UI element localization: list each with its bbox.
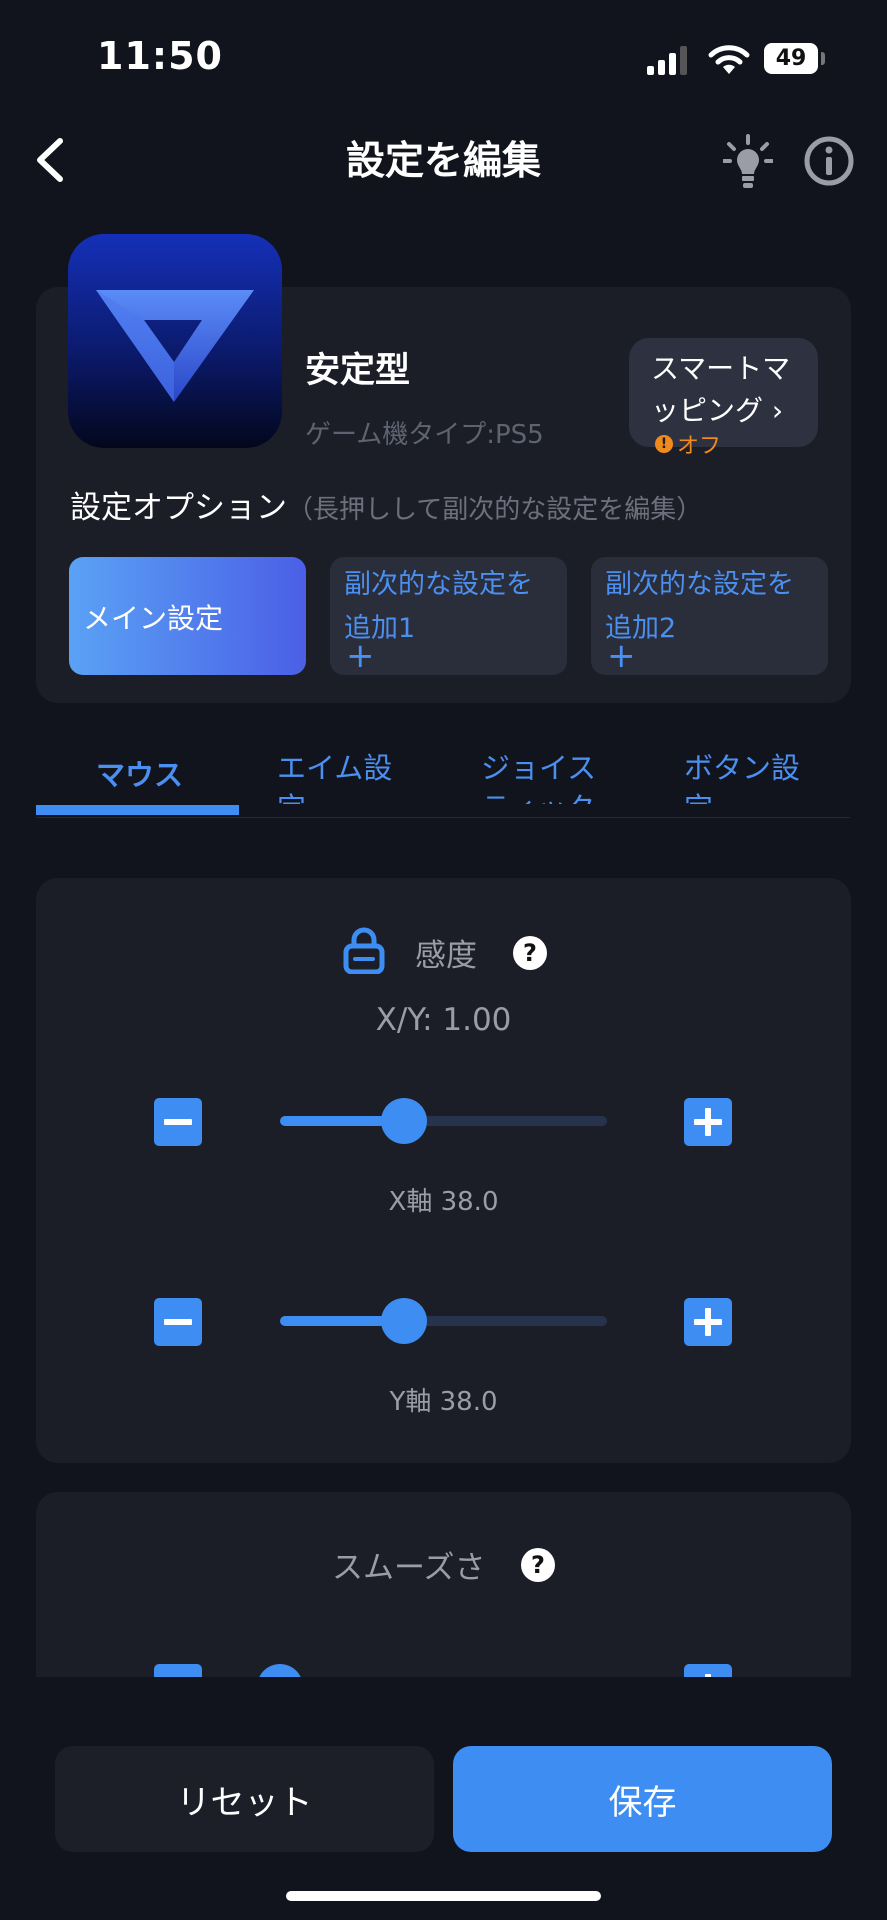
warning-icon: ! bbox=[655, 435, 673, 453]
add-sub-config-1-button[interactable]: 副次的な設定を追加1 + bbox=[330, 557, 567, 675]
home-indicator bbox=[286, 1891, 601, 1901]
save-button[interactable]: 保存 bbox=[453, 1746, 832, 1852]
reset-button[interactable]: リセット bbox=[55, 1746, 434, 1852]
tab-aim-settings[interactable]: エイム設定 bbox=[277, 748, 403, 804]
plus-icon: + bbox=[607, 636, 636, 676]
y-axis-value: Y軸 38.0 bbox=[389, 1387, 498, 1417]
smart-mapping-status-text: オフ bbox=[677, 434, 722, 459]
console-type: ゲーム機タイプ:PS5 bbox=[305, 420, 544, 450]
main-config-button[interactable]: メイン設定 bbox=[69, 557, 306, 675]
xy-ratio-value: X/Y: 1.00 bbox=[375, 1002, 512, 1038]
x-axis-decrease-button[interactable] bbox=[154, 1098, 202, 1146]
wifi-icon bbox=[708, 45, 750, 74]
x-axis-slider[interactable] bbox=[280, 1098, 607, 1144]
settings-options-hint: （長押しして副次的な設定を編集） bbox=[287, 495, 703, 525]
battery-icon: 49 bbox=[764, 43, 818, 74]
sensitivity-help-icon[interactable]: ? bbox=[513, 936, 547, 970]
tab-button-settings[interactable]: ボタン設定 bbox=[684, 748, 810, 804]
smoothness-title: スムーズさ bbox=[332, 1550, 486, 1586]
info-icon[interactable] bbox=[803, 135, 855, 187]
y-axis-slider-thumb[interactable] bbox=[381, 1298, 428, 1344]
tab-joystick[interactable]: ジョイスティック bbox=[481, 748, 607, 804]
plus-icon: + bbox=[346, 636, 375, 676]
smart-mapping-label: スマートマッピング › bbox=[651, 352, 791, 427]
x-axis-slider-thumb[interactable] bbox=[381, 1098, 428, 1144]
add-sub-config-2-label: 副次的な設定を追加2 bbox=[605, 569, 794, 644]
settings-options-title: 設定オプション bbox=[70, 490, 287, 526]
main-config-label: メイン設定 bbox=[83, 602, 224, 635]
v-logo-icon bbox=[96, 290, 254, 402]
x-axis-increase-button[interactable] bbox=[684, 1098, 732, 1146]
settings-options-heading: 設定オプション（長押しして副次的な設定を編集） bbox=[70, 482, 702, 527]
smoothness-help-icon[interactable]: ? bbox=[521, 1548, 555, 1582]
tab-divider bbox=[36, 817, 850, 818]
status-time: 11:50 bbox=[97, 34, 223, 78]
add-sub-config-1-label: 副次的な設定を追加1 bbox=[344, 569, 533, 644]
tab-mouse[interactable]: マウス bbox=[96, 755, 183, 811]
y-axis-decrease-button[interactable] bbox=[154, 1298, 202, 1346]
cellular-signal-icon bbox=[647, 46, 687, 75]
add-sub-config-2-button[interactable]: 副次的な設定を追加2 + bbox=[591, 557, 828, 675]
smart-mapping-button[interactable]: スマートマッピング › ! オフ bbox=[629, 338, 818, 459]
smart-mapping-status: ! オフ bbox=[655, 428, 721, 460]
y-axis-slider[interactable] bbox=[280, 1298, 607, 1344]
battery-tip bbox=[821, 52, 825, 65]
game-app-icon bbox=[68, 234, 282, 448]
sensitivity-title: 感度 bbox=[415, 938, 477, 974]
profile-name: 安定型 bbox=[305, 351, 411, 391]
y-axis-increase-button[interactable] bbox=[684, 1298, 732, 1346]
lightbulb-icon[interactable] bbox=[723, 134, 773, 190]
tab-active-indicator bbox=[36, 805, 239, 815]
lock-icon[interactable] bbox=[343, 926, 385, 974]
x-axis-value: X軸 38.0 bbox=[388, 1187, 499, 1217]
